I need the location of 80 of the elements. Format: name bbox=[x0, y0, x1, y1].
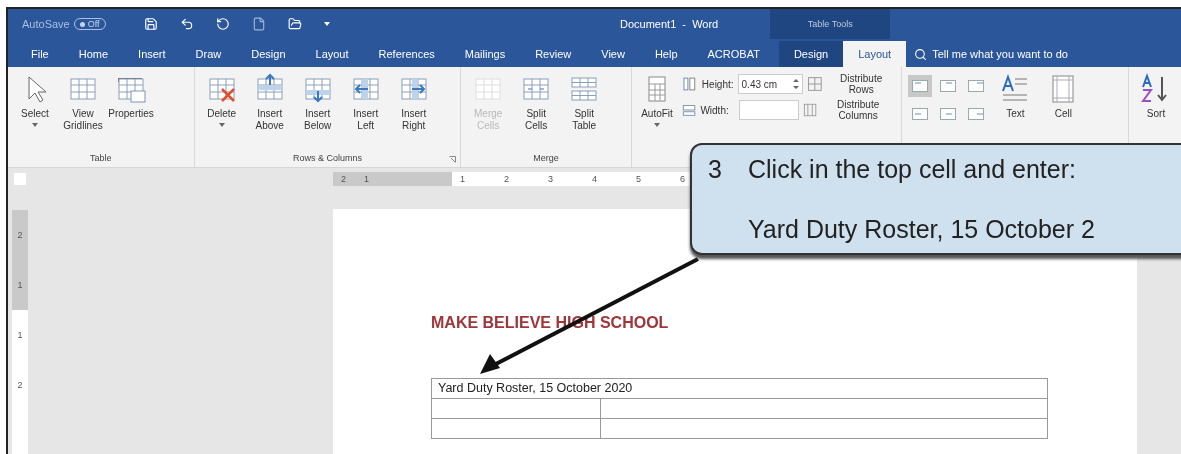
distribute-columns-button[interactable]: Distribute Columns bbox=[802, 99, 896, 121]
group-label: Rows & Columns bbox=[291, 153, 363, 165]
ribbon-tab[interactable]: Insert bbox=[123, 41, 181, 67]
spinner-icon[interactable] bbox=[793, 78, 800, 90]
alignment-icon bbox=[940, 108, 957, 120]
search-icon bbox=[914, 47, 928, 61]
ribbon-tab[interactable]: Draw bbox=[180, 41, 237, 67]
group-label: Table bbox=[89, 153, 113, 165]
ribbon-button[interactable]: Split Cells bbox=[515, 71, 558, 134]
ruler-number: 2 bbox=[17, 230, 23, 240]
cell-alignment-button[interactable] bbox=[908, 75, 933, 97]
ribbon-tab[interactable]: Design bbox=[778, 41, 844, 67]
ribbon-tab[interactable]: Layout bbox=[300, 41, 364, 67]
distribute-columns-icon bbox=[802, 102, 817, 118]
alignment-icon bbox=[912, 108, 929, 120]
alignment-icon bbox=[968, 108, 985, 120]
ruler-number: 1 bbox=[17, 280, 23, 290]
search-field[interactable]: Tell me what you want to do bbox=[914, 41, 1068, 67]
ribbon-tab[interactable]: Help bbox=[639, 41, 693, 67]
ribbon-button[interactable]: Insert Left bbox=[344, 71, 387, 134]
ribbon-tab[interactable]: References bbox=[363, 41, 450, 67]
distribute-rows-icon bbox=[807, 76, 823, 92]
ribbon-tab[interactable]: Design bbox=[236, 41, 301, 67]
ribbon-tab[interactable]: Home bbox=[63, 41, 124, 67]
caret-icon bbox=[32, 123, 38, 127]
distribute-rows-button[interactable]: Distribute Rows bbox=[807, 73, 896, 95]
ruler-number: 2 bbox=[504, 174, 510, 184]
autofit-button[interactable]: AutoFit bbox=[637, 71, 677, 129]
save-icon[interactable] bbox=[144, 17, 158, 31]
ruler-number: 1 bbox=[364, 174, 370, 184]
ribbon-tab[interactable]: Review bbox=[520, 41, 587, 67]
new-document-icon[interactable] bbox=[252, 17, 266, 31]
alignment-icon bbox=[968, 80, 985, 92]
height-label: Height: bbox=[701, 78, 734, 90]
autosave-label: AutoSave bbox=[22, 18, 70, 30]
ruler-number: 2 bbox=[341, 174, 346, 184]
caret-icon bbox=[654, 123, 661, 127]
height-field[interactable]: 0.43 cm bbox=[737, 74, 804, 94]
ribbon-button[interactable]: Insert Above bbox=[248, 71, 291, 134]
ribbon-tab[interactable]: Layout bbox=[843, 41, 907, 67]
customize-icon[interactable] bbox=[324, 22, 330, 26]
cell-margins-button[interactable]: Cell bbox=[1042, 71, 1085, 122]
ribbon-button[interactable]: Delete bbox=[200, 71, 243, 129]
dialog-launcher-icon[interactable] bbox=[449, 156, 457, 163]
alignment-icon bbox=[940, 80, 957, 92]
ruler-number: 3 bbox=[548, 174, 554, 184]
ruler-number: 1 bbox=[17, 330, 23, 340]
caret-icon bbox=[218, 123, 225, 127]
sort-button[interactable]: Sort bbox=[1135, 71, 1177, 122]
ruler-number: 1 bbox=[460, 174, 465, 184]
ruler-number: 4 bbox=[592, 174, 598, 184]
alignment-icon bbox=[912, 80, 929, 92]
table-cell[interactable]: Yard Duty Roster, 15 October 2020 bbox=[432, 379, 1047, 398]
ribbon-button[interactable]: Properties bbox=[110, 71, 152, 122]
ribbon-button[interactable]: Select bbox=[14, 71, 56, 129]
folder-icon[interactable] bbox=[288, 17, 302, 31]
ribbon-tab[interactable]: File bbox=[16, 41, 64, 67]
width-field[interactable] bbox=[738, 100, 799, 120]
contextual-header: Table Tools bbox=[770, 9, 891, 39]
ruler-number: 6 bbox=[680, 174, 686, 184]
column-width-icon bbox=[682, 102, 697, 118]
ribbon-tab[interactable]: ACROBAT bbox=[692, 41, 775, 67]
ribbon-button[interactable]: Split Table bbox=[563, 71, 606, 134]
text-direction-button[interactable]: Text bbox=[994, 71, 1037, 122]
step-number: 3 bbox=[708, 155, 723, 185]
width-label: Width: bbox=[700, 104, 729, 116]
entry-text: Yard Duty Roster, 15 October 2 bbox=[748, 215, 1096, 245]
ruler-number: 5 bbox=[636, 174, 642, 184]
ribbon-button[interactable]: Insert Right bbox=[392, 71, 435, 134]
ribbon-button[interactable]: Insert Below bbox=[296, 71, 339, 134]
window-title: Document1 - Word bbox=[620, 18, 719, 30]
ruler-number: 2 bbox=[17, 380, 23, 390]
redo-icon[interactable] bbox=[216, 17, 230, 31]
ribbon-tab[interactable]: View bbox=[586, 41, 640, 67]
row-height-icon bbox=[682, 76, 698, 92]
instruction-text: Click in the top cell and enter: bbox=[748, 155, 1077, 185]
undo-icon[interactable] bbox=[180, 17, 194, 31]
ribbon-button[interactable]: View Gridlines bbox=[62, 71, 104, 134]
group-label: Merge bbox=[532, 153, 560, 165]
ribbon-tab[interactable]: Mailings bbox=[449, 41, 521, 67]
